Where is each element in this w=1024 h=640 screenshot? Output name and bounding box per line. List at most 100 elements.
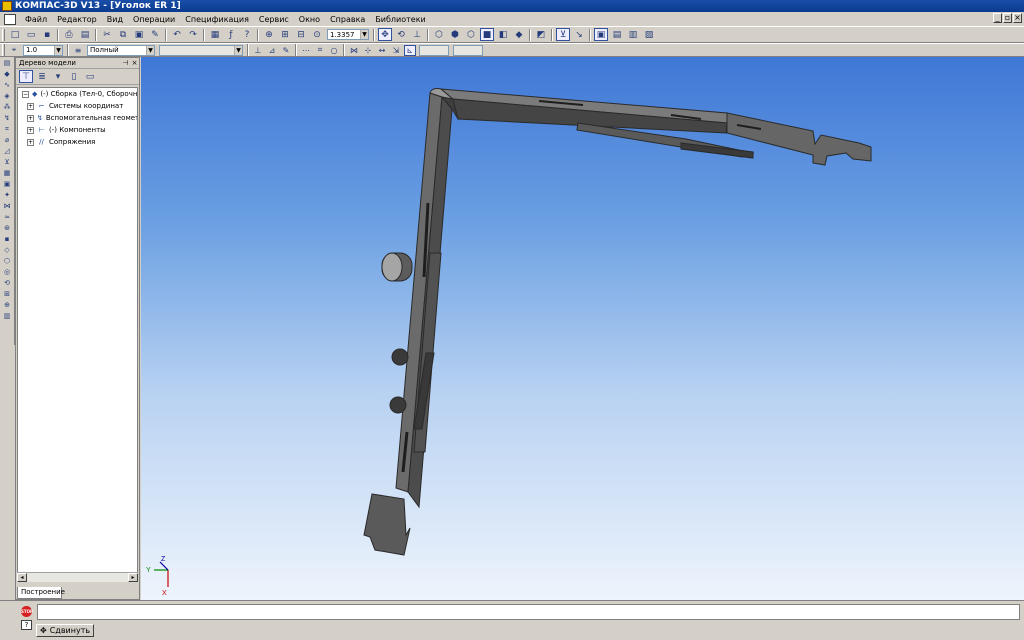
edit-details-icon[interactable]: ▤	[1, 58, 13, 68]
grid-icon[interactable]: ⋯	[300, 45, 312, 56]
chevron-down-icon[interactable]: ▼	[360, 30, 368, 39]
chevron-down-icon[interactable]: ▼	[54, 45, 62, 55]
format-brush-icon[interactable]: ✎	[148, 28, 162, 41]
minimize-doc-button[interactable]: _	[993, 13, 1002, 23]
arrays-icon[interactable]: ⁂	[1, 102, 13, 112]
sketch-icon[interactable]: ✎	[280, 45, 292, 56]
reports-icon[interactable]: ▣	[1, 179, 13, 189]
bolts-icon[interactable]: ⬡	[1, 256, 13, 266]
assembly-icon[interactable]: ◆	[1, 69, 13, 79]
print-icon[interactable]: ⎙	[62, 28, 76, 41]
filters-icon[interactable]: ⊻	[1, 157, 13, 167]
add-icon[interactable]: ⊕	[1, 300, 13, 310]
perspective-icon[interactable]: ◆	[512, 28, 526, 41]
zoom-out-icon[interactable]: ⊟	[294, 28, 308, 41]
lcs-icon[interactable]: ⊥	[252, 45, 264, 56]
snap-icon[interactable]: ↘	[572, 28, 586, 41]
properties-icon[interactable]: ▤	[610, 28, 624, 41]
round-icon[interactable]: ○	[328, 45, 340, 56]
paste-icon[interactable]: ▣	[132, 28, 146, 41]
undo-icon[interactable]: ↶	[170, 28, 184, 41]
spec-icon[interactable]: ▥	[626, 28, 640, 41]
place-icon[interactable]: ⊞	[1, 289, 13, 299]
expand-icon[interactable]: +	[27, 102, 34, 110]
sheet-body-icon[interactable]: ⌗	[1, 124, 13, 134]
save-icon[interactable]: ▪	[40, 28, 54, 41]
orient-icon[interactable]: ⊿	[266, 45, 278, 56]
coords-icon[interactable]: ⊹	[362, 45, 374, 56]
preview-icon[interactable]: ▤	[78, 28, 92, 41]
tree-item-aux-geometry[interactable]: + ↯ Вспомогательная геометрия	[18, 112, 137, 124]
measure-icon[interactable]: ◿	[1, 146, 13, 156]
rotate-icon[interactable]: ⟲	[394, 28, 408, 41]
expand-icon[interactable]: +	[27, 138, 34, 146]
standard-icon[interactable]: ▥	[1, 311, 13, 321]
document-icon[interactable]	[4, 13, 16, 25]
tree-relations-icon[interactable]: ▭	[83, 70, 97, 83]
redo-icon[interactable]: ↷	[186, 28, 200, 41]
filter-icon[interactable]: ⊻	[556, 28, 570, 41]
pipes-icon[interactable]: ◎	[1, 267, 13, 277]
manager-icon[interactable]: ▦	[208, 28, 222, 41]
rotation-icon[interactable]: ⟲	[1, 278, 13, 288]
style-combo[interactable]: Полный ▼	[87, 44, 155, 56]
close-doc-button[interactable]: ×	[1013, 13, 1022, 23]
menu-window[interactable]: Окно	[294, 15, 325, 24]
mate-icon[interactable]: ⋈	[348, 45, 360, 56]
orientation-icon[interactable]: ⊥	[410, 28, 424, 41]
expand-icon[interactable]: +	[27, 126, 34, 134]
zoom-combo[interactable]: 1.3357 ▼	[327, 29, 369, 40]
tree-options-icon[interactable]: ▾	[51, 70, 65, 83]
close-icon[interactable]: ×	[130, 59, 139, 67]
wireframe-icon[interactable]: ⬡	[432, 28, 446, 41]
tolerances-icon[interactable]: ▪	[1, 234, 13, 244]
snap-toggle-icon[interactable]: ⌗	[314, 45, 326, 56]
menu-edit[interactable]: Редактор	[52, 15, 102, 24]
report-icon[interactable]: ▧	[642, 28, 656, 41]
variables-icon[interactable]: ƒ	[224, 28, 238, 41]
line-style-icon[interactable]: ≡	[72, 45, 84, 56]
spatial-curves-icon[interactable]: ∿	[1, 80, 13, 90]
stop-icon[interactable]: STOP	[21, 606, 33, 617]
align-icon[interactable]: ⇲	[390, 45, 402, 56]
elements-icon[interactable]: ✦	[1, 190, 13, 200]
cable-icon[interactable]: ≈	[1, 212, 13, 222]
specification-icon[interactable]: ▦	[1, 168, 13, 178]
dim-icon[interactable]: ↔	[376, 45, 388, 56]
copy-icon[interactable]: ⧉	[116, 28, 130, 41]
tree-item-mates[interactable]: + ∕∕ Сопряжения	[18, 136, 137, 148]
tree-view-icon[interactable]: ≣	[35, 70, 49, 83]
new-file-icon[interactable]: □	[8, 28, 22, 41]
help-icon[interactable]: ?	[21, 620, 32, 630]
tab-build[interactable]: Построение	[17, 587, 65, 599]
hidden-thin-icon[interactable]: ⬡	[464, 28, 478, 41]
hidden-lines-icon[interactable]: ⬢	[448, 28, 462, 41]
section-icon[interactable]: ◩	[534, 28, 548, 41]
tree-item-components[interactable]: + ⊢ (-) Компоненты	[18, 124, 137, 136]
menu-libraries[interactable]: Библиотеки	[370, 15, 430, 24]
halftone-edges-icon[interactable]: ◧	[496, 28, 510, 41]
pin-icon[interactable]: ⊣	[121, 59, 130, 67]
build-order-icon[interactable]: ⊤	[19, 70, 33, 83]
menu-file[interactable]: Файл	[20, 15, 52, 24]
zoom-scale-icon[interactable]: ⊙	[310, 28, 324, 41]
library-icon[interactable]: ▣	[594, 28, 608, 41]
chevron-down-icon[interactable]: ▼	[146, 45, 154, 55]
step-combo[interactable]: 1.0 ▼	[23, 44, 63, 56]
scroll-right-icon[interactable]: ▸	[128, 573, 138, 582]
open-folder-icon[interactable]: ▭	[24, 28, 38, 41]
tree-item-assembly[interactable]: − ◆ (-) Сборка (Тел-0, Сборочных е	[18, 88, 137, 100]
restore-doc-button[interactable]: ▫	[1003, 13, 1012, 23]
zoom-window-icon[interactable]: ⊕	[262, 28, 276, 41]
zoom-in-icon[interactable]: ⊞	[278, 28, 292, 41]
dimensions-icon[interactable]: ⌀	[1, 135, 13, 145]
ortho-icon[interactable]: ⊾	[404, 44, 416, 56]
marks-icon[interactable]: ◇	[1, 245, 13, 255]
welds-icon[interactable]: ⊛	[1, 223, 13, 233]
cut-icon[interactable]: ✂	[100, 28, 114, 41]
collapse-icon[interactable]: −	[22, 90, 29, 98]
menu-service[interactable]: Сервис	[254, 15, 294, 24]
menu-view[interactable]: Вид	[102, 15, 128, 24]
tree-item-coordinate-systems[interactable]: + ⌐ Системы координат	[18, 100, 137, 112]
step-cursor-icon[interactable]: ⌖	[8, 45, 20, 56]
